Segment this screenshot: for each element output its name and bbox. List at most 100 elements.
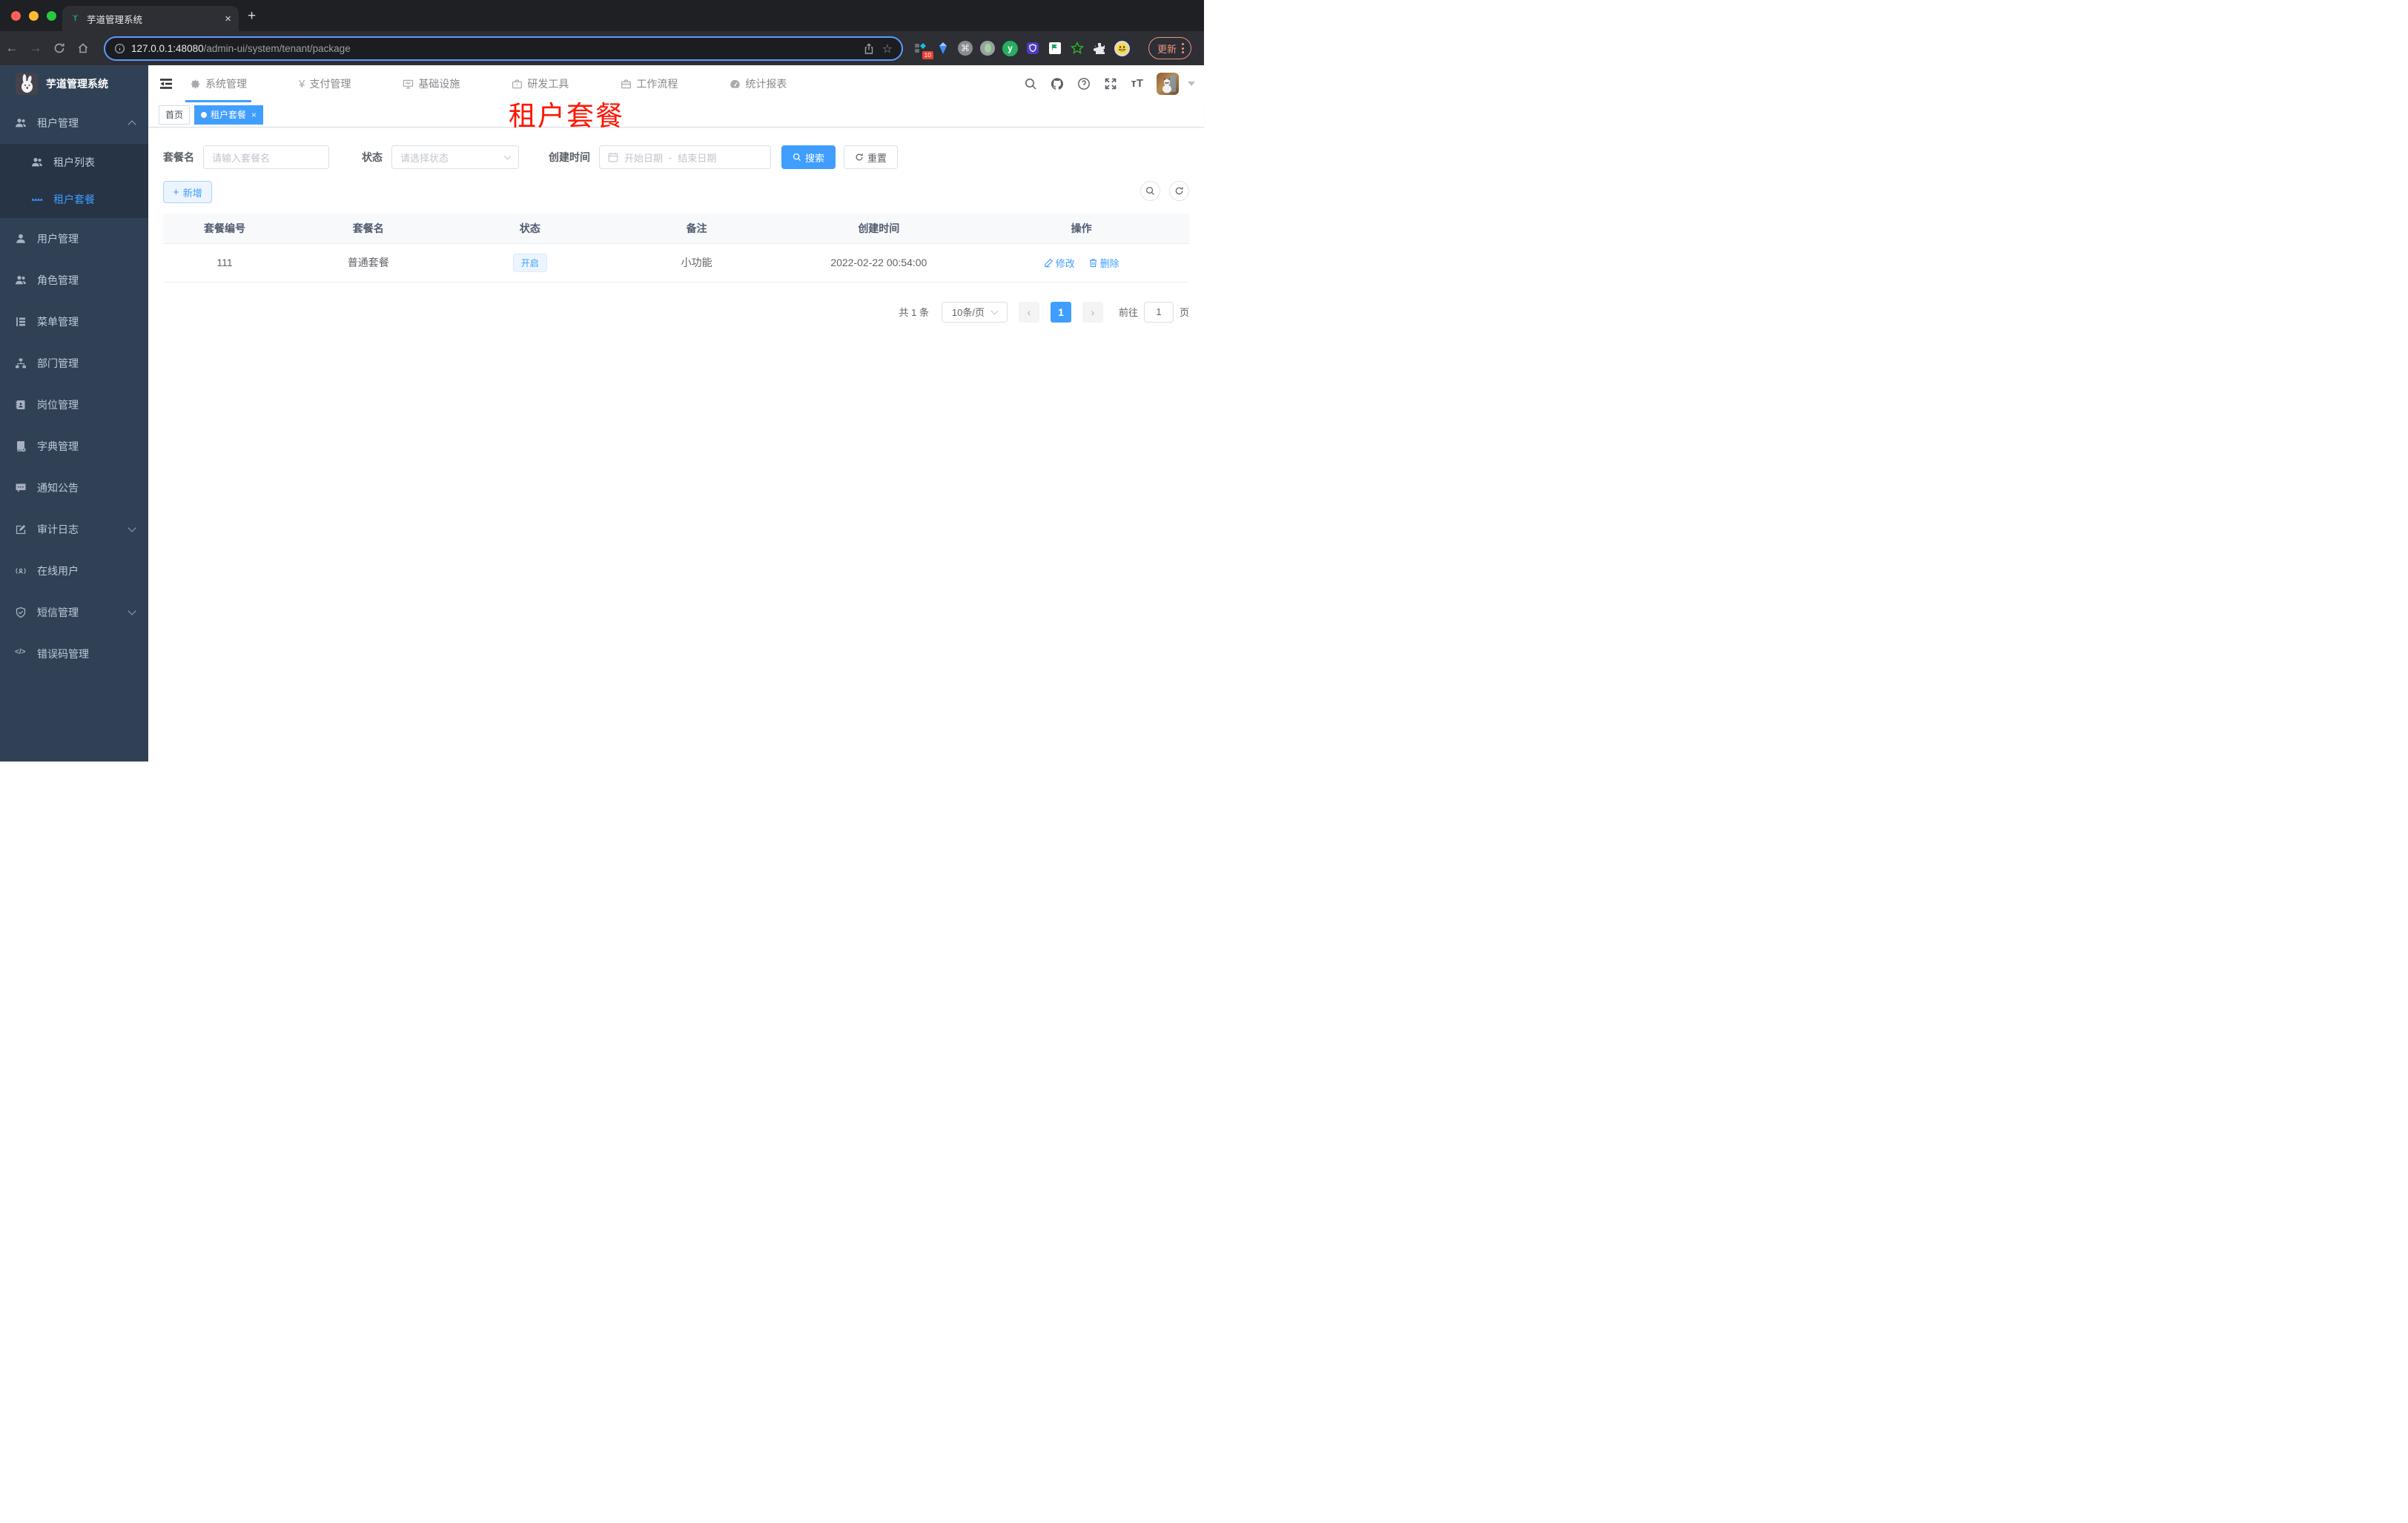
extension-flag-icon[interactable] bbox=[1048, 41, 1062, 56]
font-size-icon[interactable]: тT bbox=[1131, 77, 1143, 90]
new-tab-button[interactable]: + bbox=[248, 9, 256, 23]
sidebar-item-dict-management[interactable]: 字典管理 bbox=[0, 426, 148, 467]
tag-close-icon[interactable]: × bbox=[251, 110, 257, 120]
filter-form: 套餐名 请输入套餐名 状态 请选择状态 创建时间 开始日期 - 结束日期 搜索 … bbox=[163, 145, 1189, 169]
extension-y-icon[interactable]: y bbox=[1002, 40, 1018, 56]
reset-button[interactable]: 重置 bbox=[844, 145, 899, 169]
sidebar-item-role-management[interactable]: 角色管理 bbox=[0, 260, 148, 301]
app-title: 芋道管理系统 bbox=[46, 78, 108, 90]
avatar-caret-icon[interactable] bbox=[1188, 82, 1195, 86]
next-page-button[interactable]: › bbox=[1082, 301, 1103, 323]
table-header-row: 套餐编号 套餐名 状态 备注 创建时间 操作 bbox=[163, 214, 1189, 244]
sidebar-item-user-management[interactable]: 用户管理 bbox=[0, 218, 148, 260]
prev-page-button[interactable]: ‹ bbox=[1018, 301, 1039, 323]
tree-table-icon bbox=[15, 316, 27, 328]
table-search-toggle-icon[interactable] bbox=[1140, 181, 1160, 201]
navbar-right: тT bbox=[1024, 65, 1195, 102]
status-filter-select[interactable]: 请选择状态 bbox=[391, 145, 519, 169]
extension-smiley-icon[interactable] bbox=[1114, 40, 1130, 56]
sidebar-logo-row[interactable]: 芋道管理系统 bbox=[0, 65, 148, 102]
sidebar-item-notice[interactable]: 通知公告 bbox=[0, 467, 148, 509]
sidebar-item-dept-management[interactable]: 部门管理 bbox=[0, 343, 148, 384]
goto-page-input[interactable] bbox=[1143, 301, 1174, 323]
user-avatar[interactable] bbox=[1157, 73, 1179, 95]
delete-link[interactable]: 删除 bbox=[1088, 256, 1119, 270]
search-icon[interactable] bbox=[1024, 77, 1037, 90]
sidebar-item-sms-management[interactable]: 短信管理 bbox=[0, 592, 148, 633]
reset-button-label: 重置 bbox=[867, 152, 887, 164]
sidebar-item-audit-log[interactable]: 审计日志 bbox=[0, 509, 148, 550]
extension-gem-icon[interactable] bbox=[936, 41, 950, 56]
dashboard-icon bbox=[730, 79, 741, 90]
browser-update-button[interactable]: 更新 bbox=[1148, 37, 1192, 59]
goto-unit-label: 页 bbox=[1179, 307, 1189, 318]
topnav-item-system[interactable]: 系统管理 bbox=[185, 65, 251, 102]
topnav-item-infra[interactable]: 基础设施 bbox=[400, 65, 463, 102]
extension-star-icon[interactable] bbox=[1070, 41, 1085, 56]
site-info-icon[interactable] bbox=[114, 43, 125, 54]
browser-menu-icon[interactable] bbox=[1182, 43, 1185, 53]
main-area: 系统管理 ¥ 支付管理 基础设施 研发工具 工作流程 统计报表 тT 首页 租户… bbox=[148, 65, 1204, 762]
tag-tenant-package[interactable]: 租户套餐 × bbox=[194, 105, 264, 125]
sidebar-item-tenant-package[interactable]: 租户套餐 bbox=[0, 181, 148, 218]
code-icon: </> bbox=[15, 648, 26, 656]
current-page-button[interactable]: 1 bbox=[1050, 301, 1071, 323]
date-range-picker[interactable]: 开始日期 - 结束日期 bbox=[599, 145, 771, 169]
zoom-window-button[interactable] bbox=[47, 11, 56, 21]
extension-icons: 10 ⌘ y bbox=[913, 37, 1130, 59]
extension-shield-icon[interactable] bbox=[1025, 41, 1040, 56]
home-button[interactable] bbox=[71, 42, 95, 54]
edit-link[interactable]: 修改 bbox=[1044, 256, 1075, 270]
sidebar-item-tenant-list[interactable]: 租户列表 bbox=[0, 144, 148, 181]
search-button[interactable]: 搜索 bbox=[781, 145, 836, 169]
post-icon bbox=[15, 399, 27, 411]
bookmark-star-icon[interactable]: ☆ bbox=[882, 42, 893, 56]
range-separator: - bbox=[669, 151, 672, 163]
page-content: 套餐名 请输入套餐名 状态 请选择状态 创建时间 开始日期 - 结束日期 搜索 … bbox=[148, 128, 1204, 323]
topnav-label: 支付管理 bbox=[309, 78, 351, 90]
address-bar[interactable]: 127.0.0.1:48080/admin-ui/system/tenant/p… bbox=[104, 36, 903, 61]
sidebar-item-tenant-management[interactable]: 租户管理 bbox=[0, 102, 148, 144]
reload-button[interactable] bbox=[47, 42, 71, 54]
extension-tampermonkey-icon[interactable]: 10 bbox=[913, 41, 933, 59]
topnav-item-pay[interactable]: ¥ 支付管理 bbox=[296, 65, 354, 102]
calendar-icon bbox=[608, 152, 618, 162]
tab-title: 芋道管理系统 bbox=[87, 14, 143, 25]
peoples-icon bbox=[15, 117, 27, 129]
back-button[interactable]: ← bbox=[0, 41, 24, 56]
sidebar-item-online-users[interactable]: 在线用户 bbox=[0, 550, 148, 592]
tab-close-icon[interactable]: × bbox=[225, 13, 231, 25]
col-header-id: 套餐编号 bbox=[163, 214, 287, 244]
hamburger-icon[interactable] bbox=[159, 76, 173, 91]
sidebar-item-post-management[interactable]: 岗位管理 bbox=[0, 384, 148, 426]
fullscreen-icon[interactable] bbox=[1104, 77, 1117, 90]
pagination-total: 共 1 条 bbox=[899, 307, 929, 318]
sidebar-item-menu-management[interactable]: 菜单管理 bbox=[0, 301, 148, 343]
github-icon[interactable] bbox=[1051, 77, 1064, 90]
extension-puzzle-icon[interactable] bbox=[1092, 41, 1107, 56]
help-icon[interactable] bbox=[1077, 77, 1091, 90]
add-button[interactable]: + 新增 bbox=[163, 181, 212, 203]
topnav-label: 研发工具 bbox=[527, 78, 569, 90]
extension-command-icon[interactable]: ⌘ bbox=[958, 41, 973, 56]
plus-icon: + bbox=[173, 185, 179, 199]
update-label: 更新 bbox=[1157, 43, 1177, 55]
sidebar-item-label: 菜单管理 bbox=[37, 316, 79, 328]
tag-home[interactable]: 首页 bbox=[159, 105, 191, 125]
name-filter-input[interactable]: 请输入套餐名 bbox=[203, 145, 329, 169]
peoples-icon bbox=[31, 156, 43, 168]
sidebar-item-error-code[interactable]: </> 错误码管理 bbox=[0, 633, 148, 675]
topnav-item-workflow[interactable]: 工作流程 bbox=[618, 65, 681, 102]
table-refresh-icon[interactable] bbox=[1169, 181, 1189, 201]
page-size-select[interactable]: 10条/页 bbox=[941, 301, 1008, 323]
forward-button[interactable]: → bbox=[24, 41, 47, 56]
extension-green-dot-icon[interactable] bbox=[980, 41, 995, 56]
browser-tabstrip: 芋道管理系统 × + bbox=[0, 0, 1204, 31]
browser-tab[interactable]: 芋道管理系统 × bbox=[62, 6, 239, 31]
chevron-up-icon bbox=[128, 120, 136, 129]
close-window-button[interactable] bbox=[11, 11, 21, 21]
minimize-window-button[interactable] bbox=[29, 11, 39, 21]
user-icon bbox=[15, 233, 27, 245]
topnav-item-report[interactable]: 统计报表 bbox=[727, 65, 790, 102]
share-icon[interactable] bbox=[863, 42, 875, 55]
